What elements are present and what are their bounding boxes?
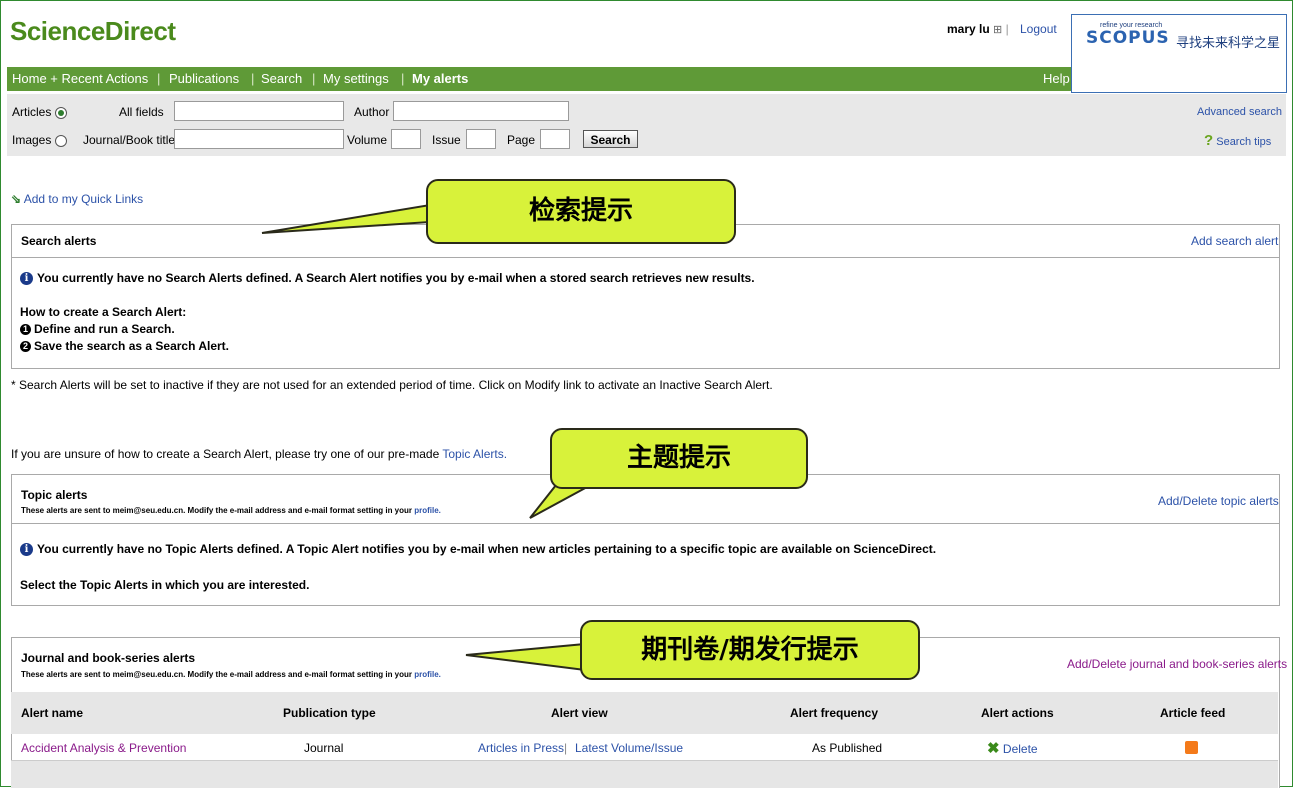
callout-topic-tips: 主题提示 — [550, 428, 808, 489]
callout-pointer-search — [261, 203, 431, 234]
callout-journal-tips: 期刊卷/期发行提示 — [580, 620, 920, 680]
callout-pointer-journal — [465, 642, 586, 672]
callout-search-tips: 检索提示 — [426, 179, 736, 244]
